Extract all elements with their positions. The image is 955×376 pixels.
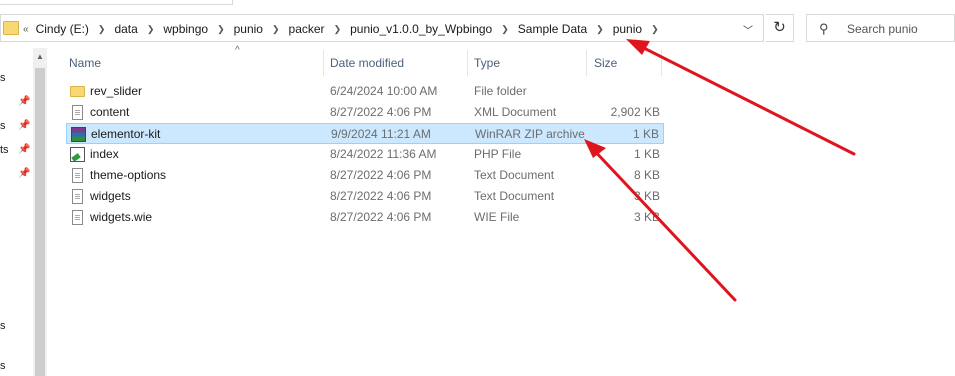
- annotation-arrowhead: [626, 39, 650, 55]
- annotation-arrow-line: [630, 40, 856, 156]
- annotation-arrowhead: [584, 139, 606, 158]
- annotation-arrows: [584, 39, 856, 302]
- annotation-arrow-line: [588, 144, 737, 302]
